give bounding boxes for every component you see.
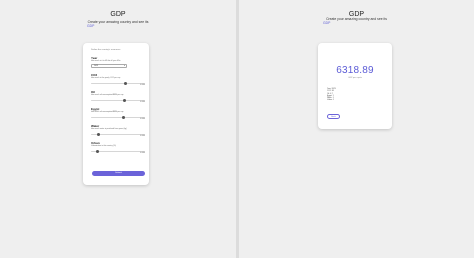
form-heading: Define the country's resources: [91, 49, 121, 51]
page-subtitle: Create your amazing country and see its: [326, 17, 387, 21]
slider-track: [91, 150, 145, 152]
question-description: Urbanization in this country (%): [91, 145, 116, 148]
water-slider[interactable]: 0.0000: [91, 132, 145, 137]
slider-value: 0.0000: [140, 152, 145, 154]
question-description: How much is it to fill this all your fil…: [91, 60, 121, 63]
question-description: How much oil consumption/BBM per cap: [91, 94, 124, 97]
slider-thumb[interactable]: [96, 149, 100, 153]
slider-thumb[interactable]: [121, 115, 125, 119]
gdp-result-unit: GDP per capita: [348, 77, 362, 79]
page-subtitle: Create your amazing country and see its: [87, 20, 149, 24]
result-pane: GDP Create your amazing country and see …: [239, 0, 474, 258]
slider-track: [91, 82, 145, 84]
country-form-card: Define the country's resources Year How …: [83, 43, 149, 185]
gdp-link[interactable]: GDP: [323, 21, 330, 25]
question-water: Water How much water is produced from yo…: [91, 124, 145, 137]
question-description: How much oil consumption/BBM per cap: [91, 111, 124, 114]
input-summary: Year: 2023 CO2: 36 Oil: 4.7 Egypt: 1 Wat…: [327, 88, 336, 102]
question-egypt: Egypt How much oil consumption/BBM per c…: [91, 107, 145, 120]
back-button[interactable]: Back: [327, 114, 340, 119]
slider-value: 0.0000: [140, 118, 145, 120]
question-urban: Urban Urbanization in this country (%) 0…: [91, 141, 145, 154]
submit-button[interactable]: Submit: [92, 171, 145, 176]
oil-slider[interactable]: 0.0000: [91, 98, 145, 103]
gdp-result-value: 6318.89: [336, 65, 374, 76]
slider-thumb[interactable]: [97, 132, 101, 136]
co2-slider[interactable]: 0.0000: [91, 81, 145, 86]
year-select-value: 2023: [94, 65, 98, 68]
question-oil: Oil How much oil consumption/BBM per cap…: [91, 90, 145, 103]
slider-track: [91, 99, 145, 101]
slider-thumb[interactable]: [124, 81, 128, 85]
question-description: How much is the yearly CO2 per cap: [91, 77, 121, 80]
urban-slider[interactable]: 0.0000: [91, 149, 145, 154]
question-year: Year How much is it to fill this all you…: [91, 56, 145, 69]
slider-track: [91, 116, 145, 118]
summary-line: Urban: 1: [327, 99, 334, 102]
question-description: How much water is produced from yours (k…: [91, 128, 127, 131]
slider-value: 0.0000: [140, 84, 145, 86]
chevron-down-icon: ▾: [123, 65, 125, 68]
year-select[interactable]: 2023 ▾: [91, 64, 127, 69]
app-root: GDP Create your amazing country and see …: [0, 0, 474, 258]
slider-value: 0.0000: [140, 135, 145, 137]
page-title: GDP: [110, 11, 126, 18]
egypt-slider[interactable]: 0.0000: [91, 115, 145, 120]
gdp-link[interactable]: GDP: [87, 24, 94, 28]
question-co2: CO2 How much is the yearly CO2 per cap 0…: [91, 73, 145, 86]
slider-thumb[interactable]: [122, 98, 126, 102]
slider-value: 0.0000: [140, 101, 145, 103]
result-card: 6318.89 GDP per capita Year: 2023 CO2: 3…: [318, 43, 392, 129]
